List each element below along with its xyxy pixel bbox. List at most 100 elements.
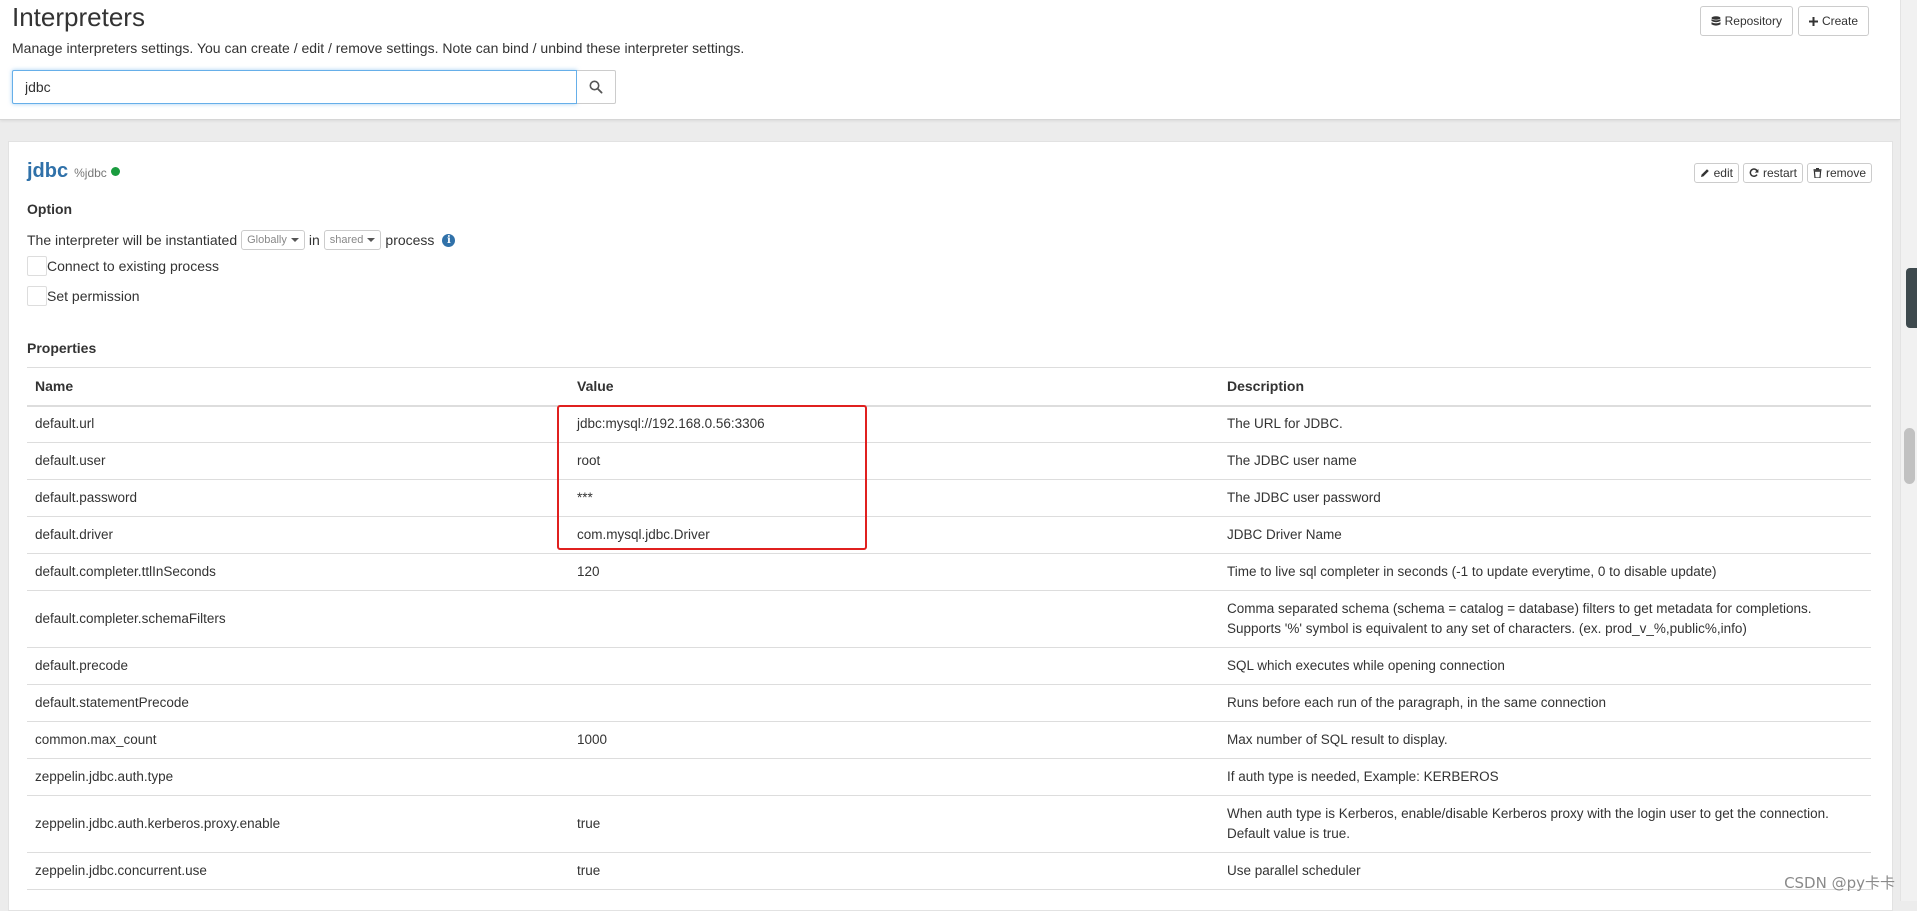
caret-down-icon bbox=[291, 238, 299, 242]
pencil-icon bbox=[1700, 168, 1710, 178]
table-row: default.completer.ttlInSeconds 120 Time … bbox=[27, 554, 1871, 591]
table-row: zeppelin.jdbc.auth.kerberos.proxy.enable… bbox=[27, 796, 1871, 853]
page-title: Interpreters bbox=[12, 2, 145, 33]
create-button[interactable]: Create bbox=[1798, 6, 1869, 36]
status-indicator-icon bbox=[111, 167, 120, 176]
edit-button[interactable]: edit bbox=[1694, 163, 1739, 183]
table-row: default.precode SQL which executes while… bbox=[27, 648, 1871, 685]
set-permission-label: Set permission bbox=[47, 288, 140, 304]
instantiation-option: The interpreter will be instantiated Glo… bbox=[27, 230, 455, 250]
property-name: zeppelin.jdbc.auth.type bbox=[27, 759, 569, 796]
property-description: SQL which executes while opening connect… bbox=[1219, 648, 1871, 685]
page-subtitle: Manage interpreters settings. You can cr… bbox=[12, 40, 744, 56]
property-description: If auth type is needed, Example: KERBERO… bbox=[1219, 759, 1871, 796]
column-header-description: Description bbox=[1219, 368, 1871, 406]
property-name: default.url bbox=[27, 406, 569, 443]
page-scrollbar[interactable] bbox=[1900, 0, 1917, 901]
table-row: default.completer.schemaFilters Comma se… bbox=[27, 591, 1871, 648]
property-description: Comma separated schema (schema = catalog… bbox=[1219, 591, 1871, 648]
set-permission-option: Set permission bbox=[27, 286, 140, 306]
plus-icon bbox=[1809, 17, 1818, 26]
connect-existing-checkbox[interactable] bbox=[27, 256, 47, 276]
interpreter-actions: edit restart remove bbox=[1694, 163, 1872, 183]
process-mode-dropdown[interactable]: shared bbox=[324, 230, 382, 250]
property-value: 120 bbox=[569, 554, 1219, 591]
side-panel-handle[interactable] bbox=[1906, 268, 1917, 328]
property-value bbox=[569, 648, 1219, 685]
repository-button[interactable]: Repository bbox=[1700, 6, 1793, 36]
interpreter-alias: %jdbc bbox=[74, 166, 107, 180]
refresh-icon bbox=[1749, 168, 1759, 178]
property-value bbox=[569, 591, 1219, 648]
remove-button-label: remove bbox=[1826, 166, 1866, 180]
property-name: default.completer.schemaFilters bbox=[27, 591, 569, 648]
trash-icon bbox=[1813, 168, 1822, 178]
property-name: default.user bbox=[27, 443, 569, 480]
in-text: in bbox=[309, 232, 320, 248]
property-value: com.mysql.jdbc.Driver bbox=[569, 517, 1219, 554]
property-description: When auth type is Kerberos, enable/disab… bbox=[1219, 796, 1871, 853]
property-value bbox=[569, 685, 1219, 722]
set-permission-checkbox[interactable] bbox=[27, 286, 47, 306]
property-value: 1000 bbox=[569, 722, 1219, 759]
properties-section-title: Properties bbox=[27, 340, 96, 356]
repository-button-label: Repository bbox=[1725, 14, 1782, 28]
table-row: zeppelin.jdbc.auth.type If auth type is … bbox=[27, 759, 1871, 796]
search-button[interactable] bbox=[577, 70, 616, 104]
connect-existing-label: Connect to existing process bbox=[47, 258, 219, 274]
restart-button[interactable]: restart bbox=[1743, 163, 1803, 183]
info-icon[interactable]: i bbox=[442, 234, 455, 247]
scrollbar-thumb[interactable] bbox=[1904, 428, 1915, 484]
property-name: default.precode bbox=[27, 648, 569, 685]
connect-existing-option: Connect to existing process bbox=[27, 256, 219, 276]
interpreter-name[interactable]: jdbc bbox=[27, 160, 68, 183]
scope-dropdown-value: Globally bbox=[247, 234, 287, 246]
property-value: true bbox=[569, 796, 1219, 853]
database-icon bbox=[1711, 16, 1721, 27]
property-description: Time to live sql completer in seconds (-… bbox=[1219, 554, 1871, 591]
process-text: process bbox=[385, 232, 434, 248]
scope-dropdown[interactable]: Globally bbox=[241, 230, 305, 250]
property-value bbox=[569, 759, 1219, 796]
caret-down-icon bbox=[367, 238, 375, 242]
property-name: default.completer.ttlInSeconds bbox=[27, 554, 569, 591]
column-header-name: Name bbox=[27, 368, 569, 406]
property-description: The JDBC user password bbox=[1219, 480, 1871, 517]
page-header: Interpreters Manage interpreters setting… bbox=[0, 0, 1900, 120]
properties-table: Name Value Description default.url jdbc:… bbox=[27, 367, 1871, 890]
table-row: default.driver com.mysql.jdbc.Driver JDB… bbox=[27, 517, 1871, 554]
search-input[interactable] bbox=[12, 70, 577, 104]
property-value: root bbox=[569, 443, 1219, 480]
property-value: true bbox=[569, 853, 1219, 890]
top-actions: Repository Create bbox=[1700, 6, 1869, 36]
search-group bbox=[12, 70, 616, 104]
table-row: default.password *** The JDBC user passw… bbox=[27, 480, 1871, 517]
property-description: The JDBC user name bbox=[1219, 443, 1871, 480]
table-row: default.user root The JDBC user name bbox=[27, 443, 1871, 480]
property-description: The URL for JDBC. bbox=[1219, 406, 1871, 443]
restart-button-label: restart bbox=[1763, 166, 1797, 180]
create-button-label: Create bbox=[1822, 14, 1858, 28]
property-name: common.max_count bbox=[27, 722, 569, 759]
table-header-row: Name Value Description bbox=[27, 368, 1871, 406]
option-section-title: Option bbox=[27, 201, 72, 217]
edit-button-label: edit bbox=[1714, 166, 1733, 180]
interpreter-heading: jdbc %jdbc bbox=[27, 160, 120, 183]
table-row: default.url jdbc:mysql://192.168.0.56:33… bbox=[27, 406, 1871, 443]
table-row: common.max_count 1000 Max number of SQL … bbox=[27, 722, 1871, 759]
watermark: CSDN @py卡卡 bbox=[1784, 872, 1895, 893]
property-name: default.statementPrecode bbox=[27, 685, 569, 722]
property-description: Runs before each run of the paragraph, i… bbox=[1219, 685, 1871, 722]
property-description: Max number of SQL result to display. bbox=[1219, 722, 1871, 759]
property-description: Use parallel scheduler bbox=[1219, 853, 1871, 890]
property-description: JDBC Driver Name bbox=[1219, 517, 1871, 554]
interpreter-card: jdbc %jdbc edit restart remove Opt bbox=[8, 141, 1893, 911]
remove-button[interactable]: remove bbox=[1807, 163, 1872, 183]
property-value: *** bbox=[569, 480, 1219, 517]
property-name: zeppelin.jdbc.auth.kerberos.proxy.enable bbox=[27, 796, 569, 853]
property-value: jdbc:mysql://192.168.0.56:3306 bbox=[569, 406, 1219, 443]
instantiated-text: The interpreter will be instantiated bbox=[27, 232, 237, 248]
search-icon bbox=[589, 80, 603, 94]
property-name: zeppelin.jdbc.concurrent.use bbox=[27, 853, 569, 890]
table-row: zeppelin.jdbc.concurrent.use true Use pa… bbox=[27, 853, 1871, 890]
